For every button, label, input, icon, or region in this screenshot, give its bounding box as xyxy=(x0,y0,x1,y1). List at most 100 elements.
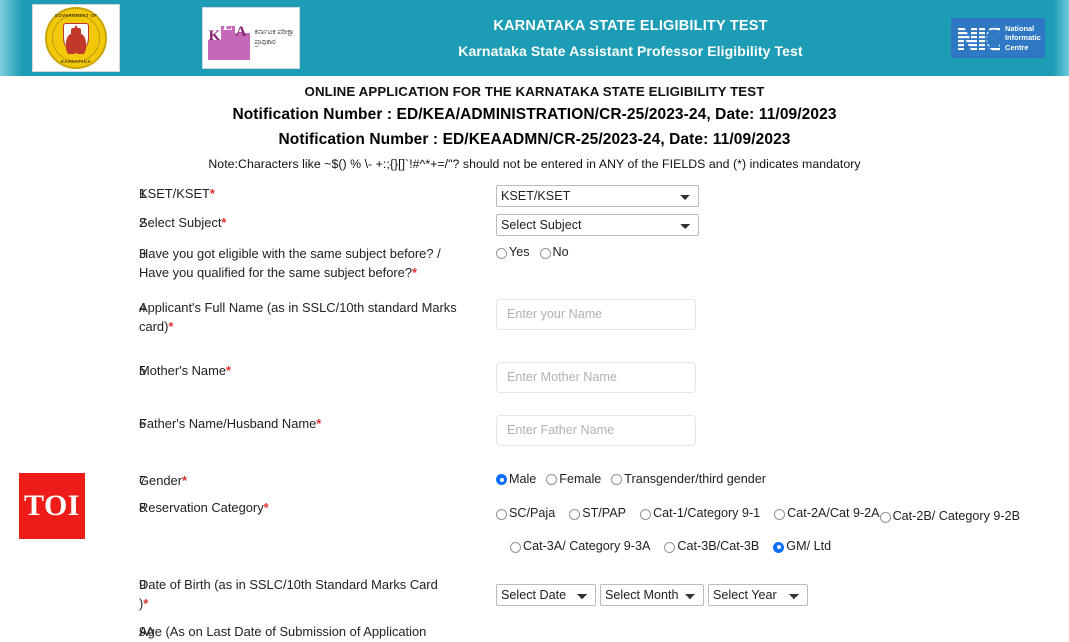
row-control: Select Date Select Month Select Year xyxy=(484,576,1069,606)
radio-circle-icon[interactable] xyxy=(774,509,786,521)
kea-letter-e: E xyxy=(222,18,233,34)
radio-circle-icon[interactable] xyxy=(510,541,521,553)
radio-cat-3a[interactable]: Cat-3A/ Category 9-3A xyxy=(510,534,650,559)
form-row-eligible-before: 3 Have you got eligible with the same su… xyxy=(0,245,1069,283)
radio-label: No xyxy=(552,245,569,259)
subject-select[interactable]: Select Subject xyxy=(496,214,699,236)
form-note: Note:Characters like ~$() % \- +:;{}[]`!… xyxy=(208,157,861,171)
required-marker: * xyxy=(182,472,188,488)
form-row-full-name: 4 Applicant's Full Name (as in SSLC/10th… xyxy=(0,298,1069,337)
row-label: Age (As on Last Date of Submission of Ap… xyxy=(139,623,559,642)
government-of-karnataka-logo: GOVERNMENT OF KARNATAKA xyxy=(32,4,120,72)
notification-number-2: Notification Number : ED/KEAADMN/CR-25/2… xyxy=(278,131,791,148)
page-title: ONLINE APPLICATION FOR THE KARNATAKA STA… xyxy=(304,84,765,99)
radio-cat-sc[interactable]: SC/Paja xyxy=(496,501,555,526)
radio-label: Male xyxy=(509,471,537,486)
row-number: 2 xyxy=(139,216,147,230)
radio-cat-2b[interactable]: Cat-2B/ Category 9-2B xyxy=(879,504,1020,529)
nic-mark-icon xyxy=(957,24,1001,52)
radio-label: Cat-2B/ Category 9-2B xyxy=(892,508,1020,523)
row-label: Gender* xyxy=(139,472,484,491)
radio-circle-icon[interactable] xyxy=(569,509,581,521)
row-number: 4 xyxy=(139,300,147,315)
form-row-father-name: 6 Father's Name/Husband Name* xyxy=(0,414,1069,446)
kea-kannada-line1: ಕರ್ನಾಟಕ ಪರೀಕ್ಷಾ xyxy=(254,28,295,36)
radio-cat-3b[interactable]: Cat-3B/Cat-3B xyxy=(664,534,759,559)
form-row-date-of-birth: 9 Date of Birth (as in SSLC/10th Standar… xyxy=(0,576,1069,614)
radio-circle-icon[interactable] xyxy=(496,509,507,521)
radio-gender-male[interactable]: Male xyxy=(496,472,536,486)
header-title-sub: Karnataka State Assistant Professor Elig… xyxy=(458,42,803,59)
radio-cat-1[interactable]: Cat-1/Category 9-1 xyxy=(640,501,760,526)
toi-watermark-logo: TOI xyxy=(19,473,85,539)
required-marker: * xyxy=(209,186,215,201)
row-number: 6 xyxy=(139,416,147,431)
radio-gender-female[interactable]: Female xyxy=(546,472,601,486)
full-name-input[interactable] xyxy=(496,298,696,330)
radio-gender-transgender[interactable]: Transgender/third gender xyxy=(611,472,766,486)
row-control: KSET/KSET xyxy=(484,185,1069,207)
row-control xyxy=(484,414,1069,446)
kea-kannada-text: ಕರ್ನಾಟಕ ಪರೀಕ್ಷಾ ಪ್ರಾಧಿಕಾರ xyxy=(255,28,295,48)
form-row-kset: 1 KSET/KSET* KSET/KSET xyxy=(0,185,1069,207)
notification-number-1: Notification Number : ED/KEA/ADMINISTRAT… xyxy=(232,106,837,123)
required-marker: * xyxy=(221,215,227,230)
dob-year-select[interactable]: Select Year xyxy=(708,583,808,606)
form-row-subject: 2 Select Subject* Select Subject xyxy=(0,214,1069,236)
radio-label: Yes xyxy=(509,245,530,259)
radio-circle-icon[interactable] xyxy=(640,509,652,521)
dob-month-select[interactable]: Select Month xyxy=(600,583,704,606)
radio-circle-icon[interactable] xyxy=(879,511,891,523)
row-label: Reservation Category* xyxy=(139,499,484,518)
radio-label: Cat-3A/ Category 9-3A xyxy=(523,538,651,553)
gender-radio-group: Male Female Transgender/third gender xyxy=(496,472,1069,486)
nic-line-1: National xyxy=(1005,24,1035,34)
label-text: Select Subject xyxy=(139,215,222,230)
radio-cat-gm[interactable]: GM/ Ltd xyxy=(773,534,831,559)
row-number: 1 xyxy=(139,187,147,201)
radio-eligible-yes[interactable]: Yes xyxy=(496,245,530,259)
radio-cat-st[interactable]: ST/PAP xyxy=(569,501,626,526)
form-row-reservation-category: 8 Reservation Category* SC/Paja ST/PAP C… xyxy=(0,499,1069,559)
required-marker: * xyxy=(263,499,269,515)
emblem-crest-icon xyxy=(72,25,80,32)
radio-circle-icon[interactable] xyxy=(773,541,785,553)
radio-eligible-no[interactable]: No xyxy=(539,245,569,259)
reservation-radio-group: SC/Paja ST/PAP Cat-1/Category 9-1 Cat-2A… xyxy=(496,499,1069,559)
radio-circle-icon[interactable] xyxy=(664,541,676,553)
radio-circle-icon[interactable] xyxy=(496,247,507,259)
row-label: Father's Name/Husband Name* xyxy=(139,415,484,434)
label-text: Gender xyxy=(139,472,182,488)
form-row-age: 9A Age (As on Last Date of Submission of… xyxy=(0,623,1069,642)
radio-label: GM/ Ltd xyxy=(786,538,832,553)
emblem-top-text: GOVERNMENT OF xyxy=(54,13,98,18)
row-number: 9 xyxy=(139,577,147,592)
father-name-input[interactable] xyxy=(496,414,696,446)
row-control: SC/Paja ST/PAP Cat-1/Category 9-1 Cat-2A… xyxy=(484,499,1069,559)
nic-logo: National Informatic Centre xyxy=(951,18,1045,58)
label-line-2: card) xyxy=(139,318,169,334)
mother-name-input[interactable] xyxy=(496,361,696,393)
row-label: Mother's Name* xyxy=(139,362,484,381)
radio-circle-icon[interactable] xyxy=(539,247,551,259)
emblem-lion-right-icon xyxy=(75,34,86,54)
row-control xyxy=(484,298,1069,330)
radio-circle-icon[interactable] xyxy=(496,474,507,486)
row-label: Select Subject* xyxy=(139,214,484,233)
radio-label: Cat-3B/Cat-3B xyxy=(677,538,760,553)
label-text: KSET/KSET xyxy=(139,186,210,201)
form-row-mother-name: 5 Mother's Name* xyxy=(0,361,1069,393)
row-label: Have you got eligible with the same subj… xyxy=(139,245,484,283)
required-marker: * xyxy=(143,595,149,611)
nic-line-3: Centre xyxy=(1005,42,1029,52)
header-title-block: KARNATAKA STATE ELIGIBILITY TEST Karnata… xyxy=(300,18,951,59)
radio-circle-icon[interactable] xyxy=(546,474,558,486)
label-text: Reservation Category xyxy=(139,499,264,515)
row-number: 9A xyxy=(139,624,155,639)
kset-select[interactable]: KSET/KSET xyxy=(496,185,699,207)
dob-day-select[interactable]: Select Date xyxy=(496,583,596,606)
radio-cat-2a[interactable]: Cat-2A/Cat 9-2A xyxy=(774,501,880,526)
radio-circle-icon[interactable] xyxy=(611,474,623,486)
required-marker: * xyxy=(316,415,322,431)
header-title-main: KARNATAKA STATE ELIGIBILITY TEST xyxy=(493,17,768,34)
